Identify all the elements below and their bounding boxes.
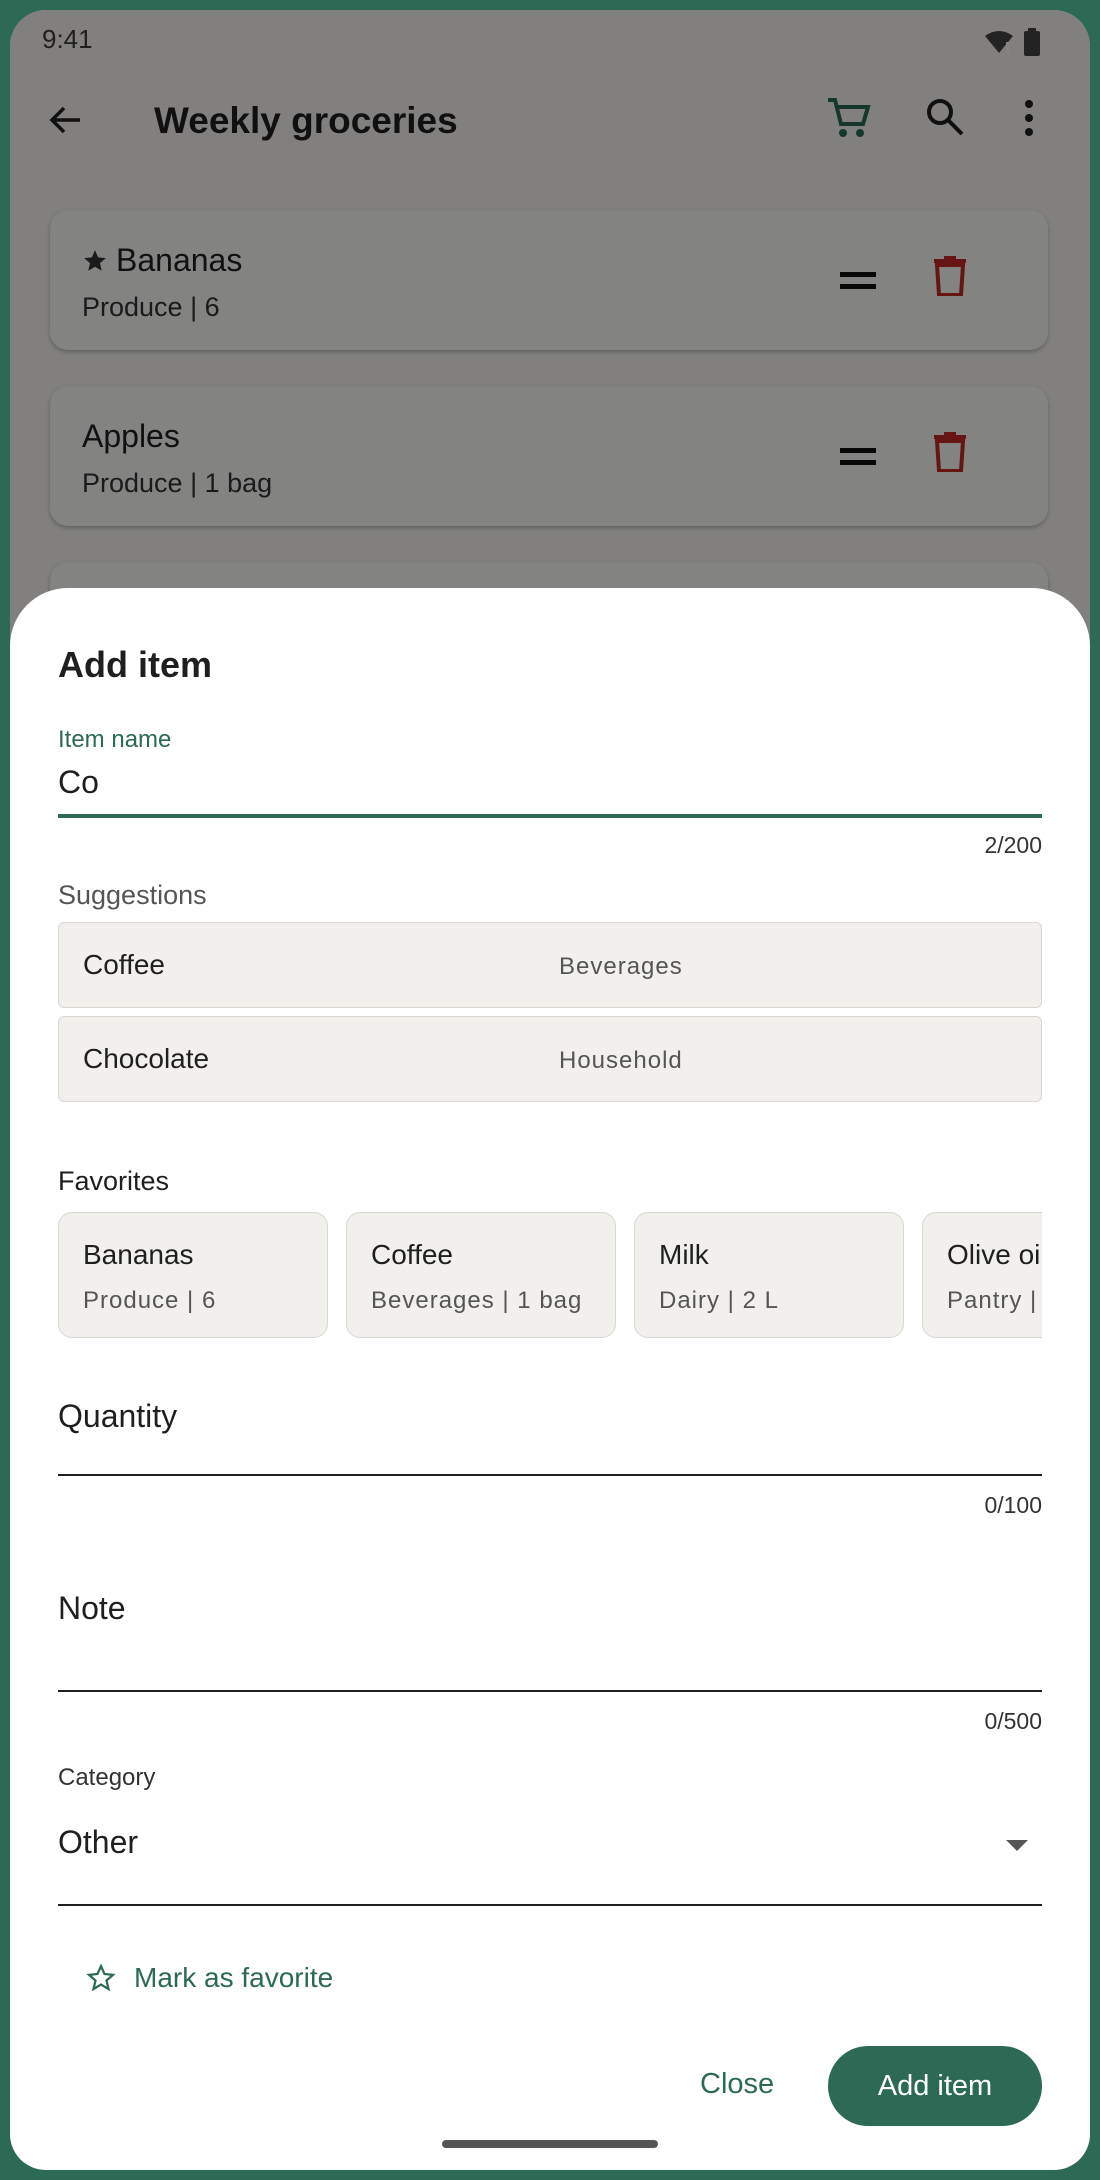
suggestion-category: Beverages bbox=[559, 953, 683, 980]
add-item-sheet: Add item Item name Co 2/200 Suggestions … bbox=[10, 588, 1090, 2170]
favorite-name: Bananas bbox=[83, 1239, 194, 1270]
phone-screen: 9:41 Weekly groceries Bananas Produce | … bbox=[10, 10, 1090, 2170]
quantity-counter: 0/100 bbox=[984, 1492, 1042, 1518]
add-item-button[interactable]: Add item bbox=[828, 2046, 1042, 2126]
suggestion-category: Household bbox=[559, 1047, 683, 1074]
category-underline bbox=[58, 1904, 1042, 1906]
suggestion-item[interactable]: Chocolate Household bbox=[58, 1016, 1042, 1102]
item-name-counter: 2/200 bbox=[984, 832, 1042, 858]
star-outline-icon bbox=[86, 1963, 116, 1992]
quantity-input[interactable]: Quantity bbox=[58, 1398, 177, 1435]
note-input[interactable]: Note bbox=[58, 1590, 126, 1627]
category-select[interactable]: Other bbox=[58, 1824, 138, 1861]
favorite-name: Olive oil bbox=[947, 1239, 1042, 1270]
item-name-underline bbox=[58, 814, 1042, 818]
note-underline bbox=[58, 1690, 1042, 1692]
home-indicator bbox=[442, 2140, 658, 2148]
note-counter: 0/500 bbox=[984, 1708, 1042, 1734]
suggestion-item[interactable]: Coffee Beverages bbox=[58, 922, 1042, 1008]
suggestion-name: Chocolate bbox=[83, 1043, 210, 1074]
suggestion-name: Coffee bbox=[83, 949, 165, 980]
quantity-underline bbox=[58, 1474, 1042, 1476]
sheet-title: Add item bbox=[58, 644, 213, 685]
favorite-chip[interactable]: Olive oil Pantry | bbox=[922, 1212, 1042, 1338]
mark-favorite-label: Mark as favorite bbox=[134, 1962, 334, 1993]
favorite-meta: Dairy | 2 L bbox=[659, 1287, 779, 1314]
favorite-meta: Produce | 6 bbox=[83, 1287, 217, 1314]
item-name-input[interactable]: Co bbox=[58, 764, 99, 801]
suggestions-label: Suggestions bbox=[58, 880, 207, 910]
favorite-name: Coffee bbox=[371, 1239, 453, 1270]
favorite-name: Milk bbox=[659, 1239, 709, 1270]
favorites-carousel[interactable]: Bananas Produce | 6 Coffee Beverages | 1… bbox=[58, 1212, 1042, 1342]
favorite-chip[interactable]: Milk Dairy | 2 L bbox=[634, 1212, 904, 1338]
favorite-chip[interactable]: Coffee Beverages | 1 bag bbox=[346, 1212, 616, 1338]
favorite-meta: Pantry | bbox=[947, 1287, 1038, 1314]
favorite-chip[interactable]: Bananas Produce | 6 bbox=[58, 1212, 328, 1338]
mark-favorite-button[interactable]: Mark as favorite bbox=[86, 1962, 333, 1994]
item-name-label: Item name bbox=[58, 726, 172, 753]
favorite-meta: Beverages | 1 bag bbox=[371, 1287, 583, 1314]
close-button[interactable]: Close bbox=[700, 2068, 774, 2101]
category-label: Category bbox=[58, 1764, 156, 1791]
favorites-label: Favorites bbox=[58, 1166, 170, 1196]
dropdown-arrow-icon[interactable] bbox=[1006, 1840, 1028, 1851]
